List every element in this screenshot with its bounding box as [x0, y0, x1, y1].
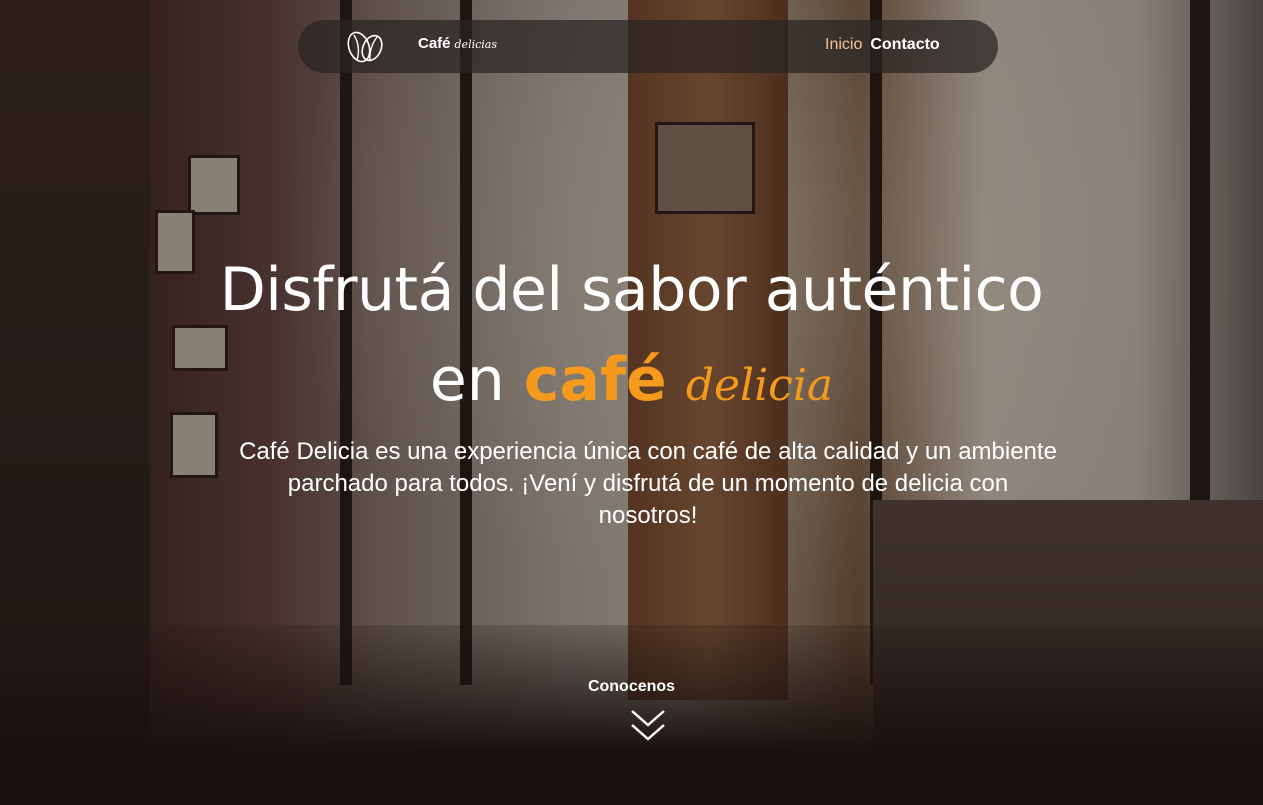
- brand-name: Café: [418, 35, 451, 52]
- nav-link-inicio[interactable]: Inicio: [825, 36, 862, 54]
- nav-links: Inicio Contacto: [825, 36, 940, 54]
- hero-title-en: en: [429, 345, 505, 415]
- hero-title: Disfrutá del sabor auténtico: [219, 255, 1044, 325]
- navbar: Café delicias Inicio Contacto: [298, 20, 998, 73]
- hero-title-line2: en café delicia: [0, 346, 1263, 415]
- brand-script: delicias: [454, 38, 497, 51]
- hero-title-delicia: delicia: [685, 360, 834, 411]
- brand-logo[interactable]: Café delicias: [418, 35, 497, 52]
- double-chevron-down-icon[interactable]: [629, 708, 667, 744]
- hero-description: Café Delicia es una experiencia única co…: [239, 438, 1057, 529]
- coffee-beans-icon[interactable]: [344, 27, 386, 65]
- conocenos-link[interactable]: Conocenos: [0, 678, 1263, 696]
- hero-title-cafe: café: [523, 345, 667, 415]
- nav-link-contacto[interactable]: Contacto: [870, 36, 939, 54]
